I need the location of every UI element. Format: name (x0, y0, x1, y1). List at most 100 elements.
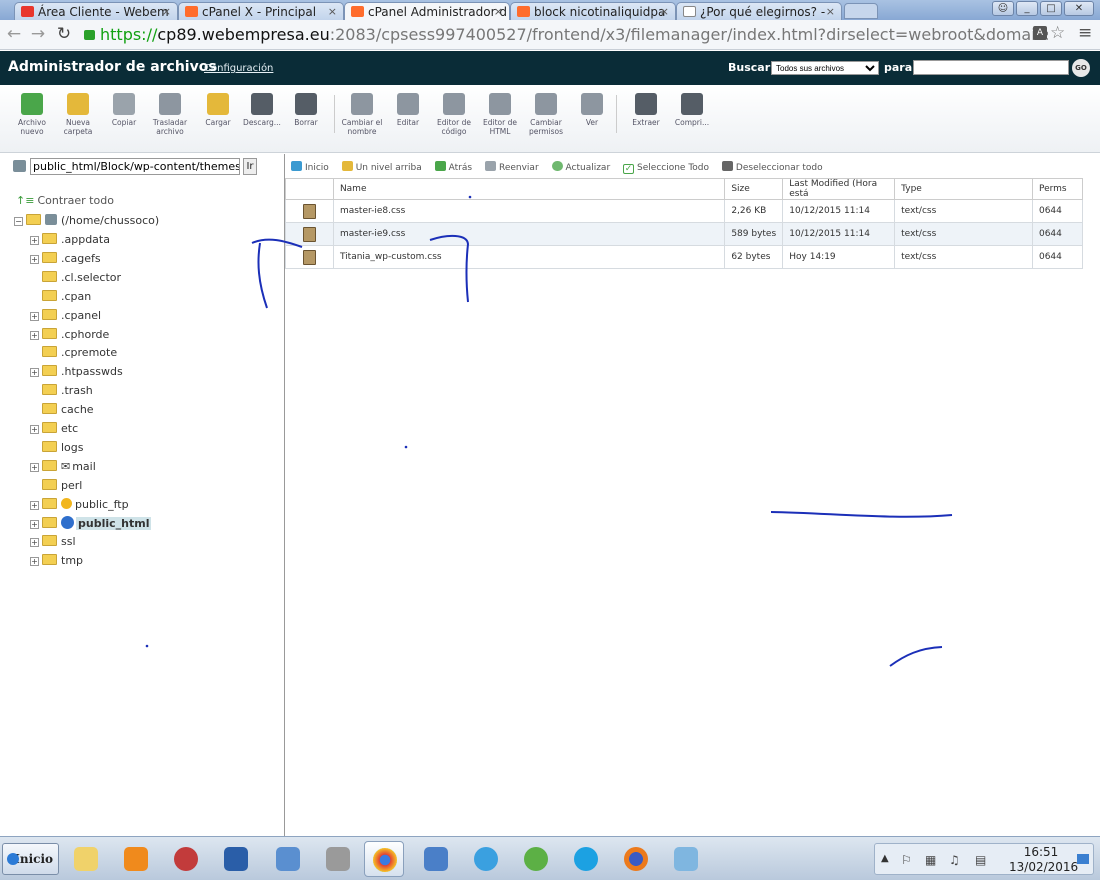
taskbar-remote-desktop[interactable] (416, 841, 456, 877)
show-desktop-button[interactable] (1077, 854, 1089, 864)
taskbar-outlook[interactable] (116, 841, 156, 877)
tree-folder-dot-cphorde[interactable]: + .cphorde (30, 326, 109, 344)
column-header-name[interactable]: Name (332, 178, 726, 200)
expand-toggle-icon[interactable]: + (30, 500, 39, 510)
column-header-modified[interactable]: Last Modified (Hora está (782, 178, 896, 200)
taskbar-network[interactable] (268, 841, 308, 877)
tree-folder-dot-appdata[interactable]: + .appdata (30, 231, 110, 249)
up-level-link[interactable]: Un nivel arriba (341, 161, 422, 173)
maximize-button[interactable]: □ (1040, 1, 1062, 16)
tree-folder-dot-trash[interactable]: .trash (30, 382, 93, 400)
expand-toggle-icon[interactable]: + (30, 462, 39, 472)
select-all-link[interactable]: ✓ Seleccione Todo (623, 163, 709, 174)
tree-folder-tmp[interactable]: + tmp (30, 552, 83, 570)
tree-folder-logs[interactable]: logs (30, 439, 84, 457)
tree-folder-dot-cl.selector[interactable]: .cl.selector (30, 269, 121, 287)
expand-toggle-icon[interactable]: + (30, 236, 39, 245)
tree-folder-perl[interactable]: perl (30, 477, 82, 495)
taskbar-utorrent[interactable] (516, 841, 556, 877)
unselect-all-link[interactable]: Deseleccionar todo (721, 161, 823, 173)
tree-folder-dot-htpasswds[interactable]: + .htpasswds (30, 363, 123, 381)
collapse-all-link[interactable]: ↑≡ Contraer todo (16, 194, 114, 207)
expand-toggle-icon[interactable]: + (30, 519, 39, 529)
close-icon[interactable]: × (660, 5, 669, 18)
compress-button[interactable]: Compri... (670, 93, 714, 127)
move-file-button[interactable]: Trasladar archivo (148, 93, 192, 136)
taskbar-explorer[interactable] (66, 841, 106, 877)
taskbar-chrome[interactable] (364, 841, 404, 877)
download-button[interactable]: Descarg... (240, 93, 284, 127)
tree-folder-etc[interactable]: + etc (30, 420, 78, 438)
file-name[interactable]: Titania_wp-custom.css (332, 245, 726, 269)
minimize-button[interactable]: _ (1016, 1, 1038, 16)
column-header-size[interactable]: Size (724, 178, 784, 200)
flag-icon[interactable]: ⚐ (901, 853, 912, 867)
tree-folder-dot-cpremote[interactable]: .cpremote (30, 344, 117, 362)
tab-cpanel-principal[interactable]: cPanel X - Principal × (178, 2, 344, 20)
back-arrow-icon[interactable]: ← (4, 24, 24, 44)
tree-folder-dot-cpan[interactable]: .cpan (30, 288, 91, 306)
go-button[interactable]: GO (1072, 59, 1090, 77)
tree-folder-ssl[interactable]: + ssl (30, 533, 76, 551)
tree-folder-public-html[interactable]: + public_html (30, 515, 152, 533)
taskbar-snipping-tool[interactable] (166, 841, 206, 877)
column-header-type[interactable]: Type (894, 178, 1033, 200)
home-link[interactable]: Inicio (291, 161, 329, 173)
file-name[interactable]: master-ie8.css (332, 199, 726, 223)
copy-button[interactable]: Copiar (102, 93, 146, 127)
search-input[interactable] (913, 60, 1069, 75)
expand-toggle-icon[interactable]: + (30, 311, 39, 321)
expand-toggle-icon[interactable]: + (30, 425, 39, 434)
expand-toggle-icon[interactable]: + (30, 254, 39, 264)
reload-link[interactable]: Actualizar (551, 161, 610, 173)
search-scope-select[interactable]: Todos sus archivos (771, 61, 879, 75)
taskbar-notes[interactable] (666, 841, 706, 877)
html-editor-button[interactable]: Editor de HTML (478, 93, 522, 136)
table-row[interactable]: master-ie8.css 2,26 KB 10/12/2015 11:14 tex… (285, 199, 1084, 223)
settings-link[interactable]: Configuración (204, 63, 273, 74)
tree-root[interactable]: − (/home/chussoco) (14, 212, 159, 230)
taskbar-word[interactable] (216, 841, 256, 877)
network-tray-icon[interactable]: ▤ (975, 853, 986, 867)
tree-folder-cache[interactable]: cache (30, 401, 94, 419)
file-name[interactable]: master-ie9.css (332, 222, 726, 246)
rename-button[interactable]: Cambiar el nombre (340, 93, 384, 136)
tab-block-nicotina[interactable]: block nicotinaliquidpa × (510, 2, 676, 20)
user-icon[interactable]: ☺ (992, 1, 1014, 16)
back-link[interactable]: Atrás (434, 161, 472, 173)
table-row[interactable]: Titania_wp-custom.css 62 bytes Hoy 14:19 te… (285, 245, 1084, 269)
new-file-button[interactable]: Archivo nuevo (10, 93, 54, 136)
taskbar-internet-explorer[interactable] (466, 841, 506, 877)
close-icon[interactable]: × (162, 5, 171, 18)
delete-button[interactable]: Borrar (284, 93, 328, 127)
menu-icon[interactable]: ≡ (1078, 23, 1092, 43)
close-icon[interactable]: × (328, 5, 337, 18)
path-input[interactable] (30, 158, 240, 175)
expand-toggle-icon[interactable]: + (30, 368, 39, 378)
tree-folder-dot-cpanel[interactable]: + .cpanel (30, 307, 101, 325)
new-folder-button[interactable]: Nueva carpeta (56, 93, 100, 136)
expand-toggle-icon[interactable]: + (30, 330, 39, 340)
taskbar-skype[interactable] (566, 841, 606, 877)
forward-arrow-icon[interactable]: → (28, 24, 48, 44)
reload-icon[interactable]: ↻ (54, 24, 74, 44)
taskbar-camera[interactable] (318, 841, 358, 877)
view-button[interactable]: Ver (570, 93, 614, 127)
go-path-button[interactable]: Ir (243, 158, 257, 175)
show-hidden-icons-icon[interactable]: ▲ (881, 853, 889, 864)
clock[interactable]: 16:51 13/02/2016 (1009, 845, 1078, 875)
translate-icon[interactable]: A (1033, 26, 1047, 40)
tree-folder-public-ftp[interactable]: + public_ftp (30, 496, 129, 514)
close-window-button[interactable]: ✕ (1064, 1, 1094, 16)
expand-toggle-icon[interactable]: + (30, 557, 39, 567)
table-row[interactable]: master-ie9.css 589 bytes 10/12/2015 11:14 t… (285, 222, 1084, 246)
extract-button[interactable]: Extraer (624, 93, 668, 127)
tab-por-que-elegirnos[interactable]: ¿Por qué elegirnos? - ‎ × (676, 2, 842, 20)
close-icon[interactable]: × (494, 5, 503, 18)
collapse-toggle-icon[interactable]: − (14, 217, 23, 226)
start-button[interactable]: Inicio (2, 843, 59, 875)
forward-link[interactable]: Reenviar (484, 161, 539, 173)
edit-button[interactable]: Editar (386, 93, 430, 127)
expand-toggle-icon[interactable]: + (30, 538, 39, 548)
volume-icon[interactable]: ♫ (949, 853, 960, 867)
